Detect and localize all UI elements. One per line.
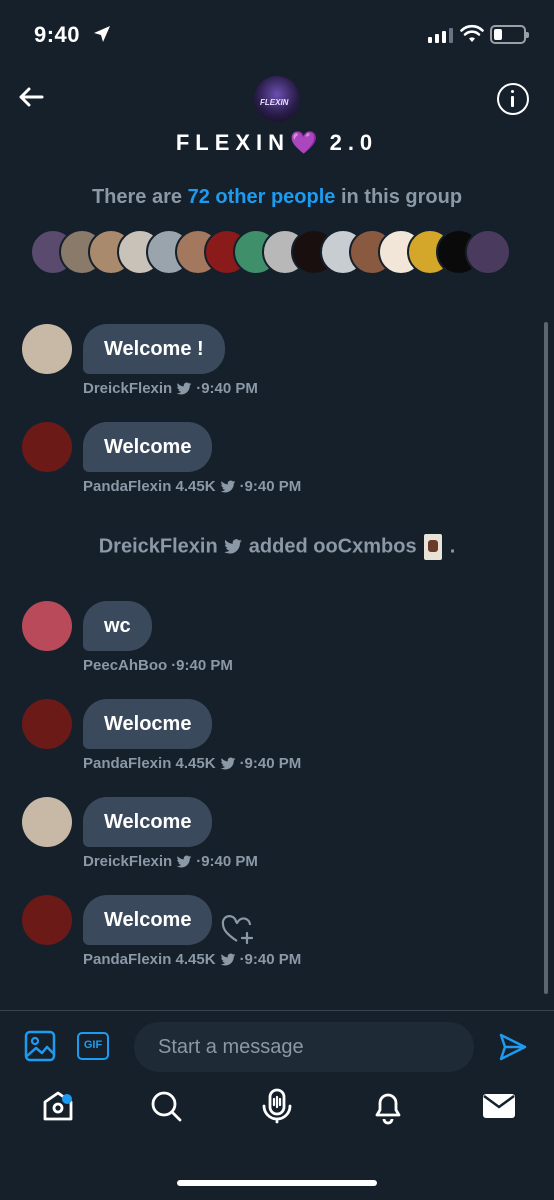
system-message-actor: DreickFlexin	[98, 535, 218, 558]
message-bubble[interactable]: wc	[83, 601, 152, 651]
message-bubble[interactable]: Welcome	[83, 895, 213, 945]
gif-button[interactable]: GIF	[77, 1032, 109, 1060]
message-author[interactable]: PeecAhBoo	[83, 657, 167, 674]
message-time: ·9:40 PM	[171, 657, 233, 674]
member-avatar[interactable]	[465, 229, 511, 275]
message-author[interactable]: PandaFlexin 4.45K	[83, 478, 216, 495]
bottom-tab-bar	[0, 1086, 554, 1146]
tab-spaces[interactable]	[257, 1086, 297, 1126]
system-message-action: added ooCxmbos	[248, 535, 417, 558]
heart-plus-icon[interactable]	[220, 914, 256, 946]
status-time: 9:40	[34, 22, 81, 47]
message-avatar[interactable]	[22, 797, 72, 847]
message-meta: PandaFlexin 4.45K ·9:40 PM	[83, 755, 301, 772]
battery-icon	[490, 25, 529, 44]
home-icon	[43, 1091, 73, 1121]
message-avatar[interactable]	[22, 895, 72, 945]
message-meta: DreickFlexin ·9:40 PM	[83, 380, 258, 397]
members-suffix: in this group	[340, 186, 463, 208]
message-author[interactable]: PandaFlexin 4.45K	[83, 951, 216, 968]
tab-messages[interactable]	[479, 1086, 519, 1126]
message-bubble[interactable]: Welcome !	[83, 324, 225, 374]
message-meta: PandaFlexin 4.45K ·9:40 PM	[83, 478, 301, 495]
purple-heart-icon: 💜	[290, 130, 318, 155]
verified-bird-icon	[176, 382, 192, 394]
message-time: ·9:40 PM	[196, 380, 258, 397]
tab-home[interactable]	[38, 1086, 78, 1126]
spaces-icon	[262, 1088, 292, 1124]
message-time: ·9:40 PM	[239, 951, 302, 968]
message-input[interactable]	[134, 1022, 474, 1072]
back-arrow-icon[interactable]	[14, 80, 48, 114]
home-notification-dot	[62, 1094, 72, 1104]
verified-bird-icon	[176, 855, 192, 867]
composer-divider	[0, 1010, 554, 1011]
wifi-icon	[460, 24, 484, 42]
message-author[interactable]: DreickFlexin	[83, 380, 172, 397]
send-icon[interactable]	[498, 1032, 528, 1062]
messages-icon	[483, 1094, 515, 1118]
search-icon	[151, 1091, 182, 1122]
message-author[interactable]: PandaFlexin 4.45K	[83, 755, 216, 772]
home-indicator	[177, 1180, 377, 1186]
message-time: ·9:40 PM	[196, 853, 258, 870]
verified-bird-icon	[220, 757, 235, 769]
cellular-signal-icon	[428, 28, 453, 43]
group-title-name: FLEXIN	[175, 130, 291, 155]
scrollbar[interactable]	[544, 322, 548, 994]
joker-card-icon	[424, 534, 443, 560]
message-bubble[interactable]: Welcome	[83, 422, 213, 472]
message-avatar[interactable]	[22, 324, 72, 374]
verified-bird-icon	[220, 480, 235, 492]
message-avatar[interactable]	[22, 601, 72, 651]
location-arrow-icon	[94, 26, 110, 42]
members-prefix: There are	[91, 186, 183, 208]
message-meta: DreickFlexin ·9:40 PM	[83, 853, 258, 870]
system-message: DreickFlexin added ooCxmbos .	[0, 534, 554, 560]
message-author[interactable]: DreickFlexin	[83, 853, 172, 870]
message-avatar[interactable]	[22, 699, 72, 749]
group-avatar-logo-text: FLEXIN	[260, 98, 289, 107]
message-meta: PandaFlexin 4.45K ·9:40 PM	[83, 951, 301, 968]
status-bar: 9:40	[0, 0, 554, 70]
system-message-end: .	[449, 535, 456, 558]
message-bubble[interactable]: Welcome	[83, 797, 213, 847]
group-avatar[interactable]: FLEXIN	[254, 76, 300, 122]
verified-bird-icon	[224, 539, 243, 554]
verified-bird-icon	[220, 953, 235, 965]
group-title-suffix: 2.0	[329, 130, 379, 155]
member-avatar-stack[interactable]	[30, 229, 511, 275]
notifications-icon	[375, 1093, 401, 1125]
group-title: FLEXIN💜 2.0	[0, 130, 554, 156]
members-count-line: There are 72 other people in this group	[0, 186, 554, 209]
members-link[interactable]: 72 other people	[188, 186, 336, 208]
message-time: ·9:40 PM	[239, 755, 302, 772]
message-meta: PeecAhBoo ·9:40 PM	[83, 657, 233, 674]
message-bubble[interactable]: Welocme	[83, 699, 213, 749]
image-icon[interactable]	[24, 1030, 56, 1062]
message-time: ·9:40 PM	[239, 478, 302, 495]
tab-search[interactable]	[146, 1086, 186, 1126]
info-icon[interactable]	[497, 83, 529, 115]
message-avatar[interactable]	[22, 422, 72, 472]
tab-notifications[interactable]	[368, 1086, 408, 1126]
